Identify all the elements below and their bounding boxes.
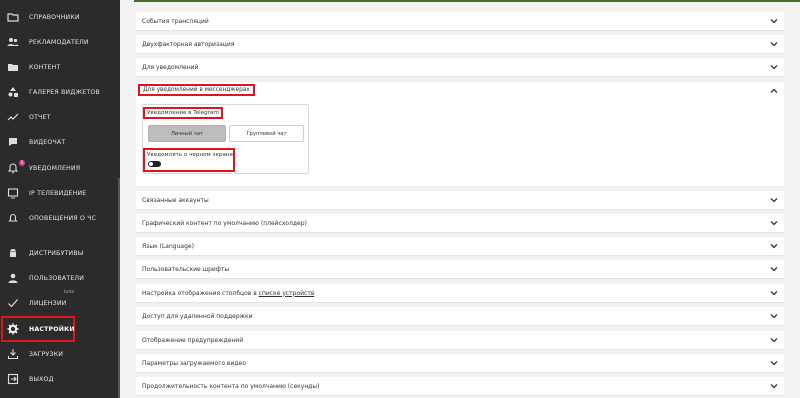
check-icon xyxy=(6,296,20,310)
section-title: Пользовательские шрифты xyxy=(142,265,230,273)
chevron-down-icon[interactable] xyxy=(770,196,778,204)
section-title[interactable]: Для уведомлений в мессенджерах xyxy=(138,84,255,96)
section-two-factor-auth[interactable]: Двухфакторная авторизация xyxy=(136,35,784,54)
telegram-settings-card: Уведомление в Telegram Личный чат Группо… xyxy=(142,104,309,174)
bell-icon: 5 xyxy=(6,160,25,175)
sidebar-item-label: IP ТЕЛЕВИДЕНИЕ xyxy=(29,189,87,197)
sidebar-item-label: ЗАГРУЗКИ xyxy=(29,350,64,358)
group-chat-button[interactable]: Групповой чат xyxy=(229,125,304,142)
sidebar-item-label: ДИСТРИБУТИВЫ xyxy=(29,249,84,257)
sidebar-item-emergency-alerts[interactable]: ОПОВЕЩЕНИЯ О ЧС xyxy=(0,207,118,229)
section-title: Язык (Language) xyxy=(142,242,194,250)
section-messenger-notifications: Для уведомлений в мессенджерах Уведомлен… xyxy=(136,82,784,186)
notification-badge: 5 xyxy=(19,160,25,166)
chat-icon xyxy=(6,135,20,149)
sidebar-item-widget-gallery[interactable]: ГАЛЕРЕЯ ВИДЖЕТОВ xyxy=(0,81,118,103)
black-screen-label: Уведомлять о черном экране xyxy=(147,152,234,158)
telegram-notification-label: Уведомление в Telegram xyxy=(143,107,223,119)
chevron-down-icon[interactable] xyxy=(770,219,778,227)
section-uploaded-video-params[interactable]: Параметры загружаемого видео xyxy=(136,354,784,373)
users-icon xyxy=(6,35,20,49)
sidebar-item-ip-tv[interactable]: IP ТЕЛЕВИДЕНИЕ xyxy=(0,182,118,204)
folder-filled-icon xyxy=(6,60,20,74)
sidebar-item-users[interactable]: ПОЛЬЗОВАТЕЛИ xyxy=(0,267,118,289)
sidebar-item-videochat[interactable]: ВИДЕОЧАТ xyxy=(0,131,118,153)
section-default-graphic-content[interactable]: Графический контент по умолчанию (плейсх… xyxy=(136,214,784,233)
section-for-notifications[interactable]: Для уведомлений xyxy=(136,58,784,77)
chevron-down-icon[interactable] xyxy=(770,359,778,367)
sidebar-item-settings[interactable]: НАСТРОЙКИ xyxy=(1,316,75,342)
user-icon xyxy=(6,271,20,285)
sidebar-item-label: УВЕДОМЛЕНИЯ xyxy=(29,164,81,172)
chevron-down-icon[interactable] xyxy=(770,242,778,250)
sidebar-item-label: ОПОВЕЩЕНИЯ О ЧС xyxy=(29,214,97,222)
sidebar-item-label: НАСТРОЙКИ xyxy=(29,325,75,333)
section-title-prefix: Настройка отображения столбцов в xyxy=(142,289,259,297)
sidebar-item-distributions[interactable]: ДИСТРИБУТИВЫ xyxy=(0,242,118,264)
section-title: Продолжительность контента по умолчанию … xyxy=(142,382,320,390)
toggle-knob xyxy=(149,162,153,166)
sidebar-item-label: ГАЛЕРЕЯ ВИДЖЕТОВ xyxy=(29,88,100,96)
sidebar-item-label: РЕКЛАМОДАТЕЛИ xyxy=(29,38,89,46)
sidebar-item-advertisers[interactable]: РЕКЛАМОДАТЕЛИ xyxy=(0,31,118,53)
section-title: Настройка отображения столбцов в списке … xyxy=(142,290,314,297)
settings-main: События трансляций Двухфакторная авториз… xyxy=(128,0,800,398)
sidebar-scrollbar[interactable] xyxy=(118,178,120,398)
sidebar-item-notifications[interactable]: 5 УВЕДОМЛЕНИЯ xyxy=(0,157,118,179)
chart-line-icon xyxy=(6,110,20,124)
sidebar-item-label: ОТЧЕТ xyxy=(29,113,51,121)
chevron-down-icon[interactable] xyxy=(770,312,778,320)
section-device-columns[interactable]: Настройка отображения столбцов в списке … xyxy=(136,284,784,303)
folder-icon xyxy=(6,10,20,24)
section-custom-fonts[interactable]: Пользовательские шрифты xyxy=(136,260,784,279)
android-icon xyxy=(6,246,20,260)
section-warnings-display[interactable]: Отображение предупреждений xyxy=(136,331,784,350)
section-title: Для уведомлений xyxy=(142,63,199,71)
chevron-down-icon[interactable] xyxy=(770,265,778,273)
gear-icon xyxy=(6,322,20,336)
section-title: Графический контент по умолчанию (плейсх… xyxy=(142,219,307,227)
sidebar-item-label: ПОЛЬЗОВАТЕЛИ xyxy=(29,274,85,282)
beta-badge: beta xyxy=(64,290,75,295)
shapes-icon xyxy=(6,85,20,99)
chevron-down-icon[interactable] xyxy=(770,63,778,71)
chevron-down-icon[interactable] xyxy=(770,17,778,25)
black-screen-toggle[interactable] xyxy=(148,161,161,167)
section-title: Отображение предупреждений xyxy=(142,336,244,344)
sidebar: СПРАВОЧНИКИ РЕКЛАМОДАТЕЛИ КОНТЕНТ ГАЛЕРЕ… xyxy=(0,0,120,398)
chevron-down-icon[interactable] xyxy=(770,289,778,297)
section-default-content-duration[interactable]: Продолжительность контента по умолчанию … xyxy=(136,377,784,396)
chevron-down-icon[interactable] xyxy=(770,40,778,48)
sidebar-item-directories[interactable]: СПРАВОЧНИКИ xyxy=(0,6,118,28)
section-title: Параметры загружаемого видео xyxy=(142,359,246,367)
download-icon xyxy=(6,347,20,361)
sidebar-item-label: ЛИЦЕНЗИИ xyxy=(29,299,67,307)
sidebar-item-licenses[interactable]: ЛИЦЕНЗИИ beta xyxy=(0,290,118,314)
section-title: События трансляций xyxy=(142,17,209,25)
sidebar-item-content[interactable]: КОНТЕНТ xyxy=(0,56,118,78)
sidebar-item-logout[interactable]: ВЫХОД xyxy=(0,368,118,390)
sidebar-item-label: ВИДЕОЧАТ xyxy=(29,138,66,146)
chevron-down-icon[interactable] xyxy=(770,336,778,344)
sidebar-item-label: КОНТЕНТ xyxy=(29,63,61,71)
section-broadcast-events[interactable]: События трансляций xyxy=(136,12,784,31)
chevron-down-icon[interactable] xyxy=(770,382,778,390)
black-screen-option: Уведомлять о черном экране xyxy=(143,148,235,172)
logout-icon xyxy=(6,372,20,386)
section-title: Связанные аккаунты xyxy=(142,196,209,204)
section-title: Двухфакторная авторизация xyxy=(142,40,235,48)
sidebar-item-report[interactable]: ОТЧЕТ xyxy=(0,106,118,128)
device-list-link[interactable]: списке устройств xyxy=(259,290,315,297)
sidebar-item-label: СПРАВОЧНИКИ xyxy=(29,13,80,21)
section-remote-support[interactable]: Доступ для удаленной поддержки xyxy=(136,307,784,326)
personal-chat-button[interactable]: Личный чат xyxy=(148,125,226,142)
chevron-up-icon[interactable] xyxy=(770,87,778,95)
alert-bell-icon xyxy=(6,211,20,225)
sidebar-item-downloads[interactable]: ЗАГРУЗКИ xyxy=(0,343,118,365)
section-title: Доступ для удаленной поддержки xyxy=(142,312,253,320)
sidebar-item-label: ВЫХОД xyxy=(29,375,54,383)
tv-icon xyxy=(6,186,20,200)
section-language[interactable]: Язык (Language) xyxy=(136,237,784,256)
section-linked-accounts[interactable]: Связанные аккаунты xyxy=(136,191,784,210)
